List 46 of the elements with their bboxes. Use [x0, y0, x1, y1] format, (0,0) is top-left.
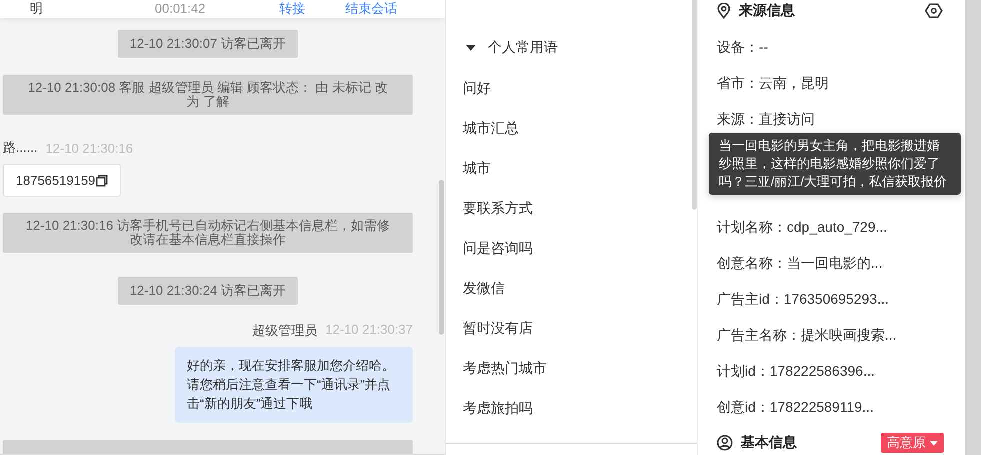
info-row-text: 设备：-- [717, 38, 768, 57]
phrase-item[interactable]: 问是咨询吗 [446, 236, 533, 260]
settings-icon[interactable] [925, 3, 944, 19]
info-row-text: 广告主名称：提米映画搜索... [717, 326, 897, 345]
phrase-item[interactable]: 城市汇总 [446, 116, 519, 140]
message-time: 12-10 21:30:16 [46, 140, 134, 156]
phrase-item[interactable]: 考虑热门城市 [446, 356, 547, 380]
info-row-text: 计划id：178222586396... [717, 362, 875, 381]
phrase-group[interactable]: 个人常用语 [466, 36, 558, 60]
phrase-item[interactable]: 考虑旅拍吗 [446, 396, 533, 420]
phrase-item[interactable]: 发微信 [446, 276, 505, 300]
system-message: 12-10 21:30:24 访客已离开 [118, 277, 298, 305]
info-row-text: 计划名称：cdp_auto_729... [717, 218, 888, 237]
scrollbar[interactable] [439, 180, 444, 335]
message-bubble: 好的亲，现在安排客服加您介绍哈。请您稍后注意查看一下“通讯录”并点击“新的朋友”通过下哦 [175, 347, 413, 423]
system-message: 12-10 21:30:08 客服 超级管理员 编辑 顾客状态： 由 未标记 改为 了解 [3, 75, 413, 115]
section-title: 基本信息 [741, 434, 797, 452]
status-badge[interactable]: 高意原 [881, 433, 944, 453]
copy-icon[interactable] [96, 174, 108, 186]
sender-name: 路...... [3, 139, 38, 157]
section-title: 来源信息 [739, 2, 795, 20]
info-row-text: 来源：直接访问 [717, 110, 815, 129]
tooltip: 当一回电影的男女主角，把电影搬进婚纱照里，这样的电影感婚纱照你们爱了吗？三亚/丽江/大理可拍，私信获取报价 [709, 133, 961, 195]
group-title: 个人常用语 [488, 39, 558, 57]
phrase-item[interactable]: 城市 [446, 156, 491, 180]
visitor-name: 明 [30, 1, 43, 17]
message-time: 12-10 21:30:37 [326, 322, 413, 339]
info-row-text: 创意id：178222589119... [717, 398, 874, 417]
phrase-item[interactable]: 暂时没有店 [446, 316, 533, 340]
user-icon [717, 435, 733, 451]
phrase-item[interactable]: 要联系方式 [446, 196, 533, 220]
chat-duration: 00:01:42 [155, 1, 206, 17]
phrase-item[interactable]: 问好 [446, 76, 491, 100]
info-row-text: 创意名称：当一回电影的... [717, 254, 883, 273]
location-icon [717, 3, 731, 19]
info-row-text: 省市：云南，昆明 [717, 74, 829, 93]
system-message: 12-10 21:30:07 访客已离开 [118, 30, 298, 58]
caret-icon [930, 440, 938, 446]
system-message: 12-10 21:30:16 访客手机号已自动标记右侧基本信息栏，如需修改请在基本信息栏直接操作 [3, 213, 413, 253]
scrollbar[interactable] [965, 0, 981, 455]
scrollbar[interactable] [692, 0, 697, 210]
action-link[interactable]: 结束会话 [346, 0, 398, 18]
sender-name: 超级管理员 [252, 322, 318, 340]
phone-number: 18756519159 [16, 173, 96, 188]
info-row-text: 广告主id：176350695293... [717, 290, 889, 309]
action-link[interactable]: 转接 [280, 0, 306, 18]
